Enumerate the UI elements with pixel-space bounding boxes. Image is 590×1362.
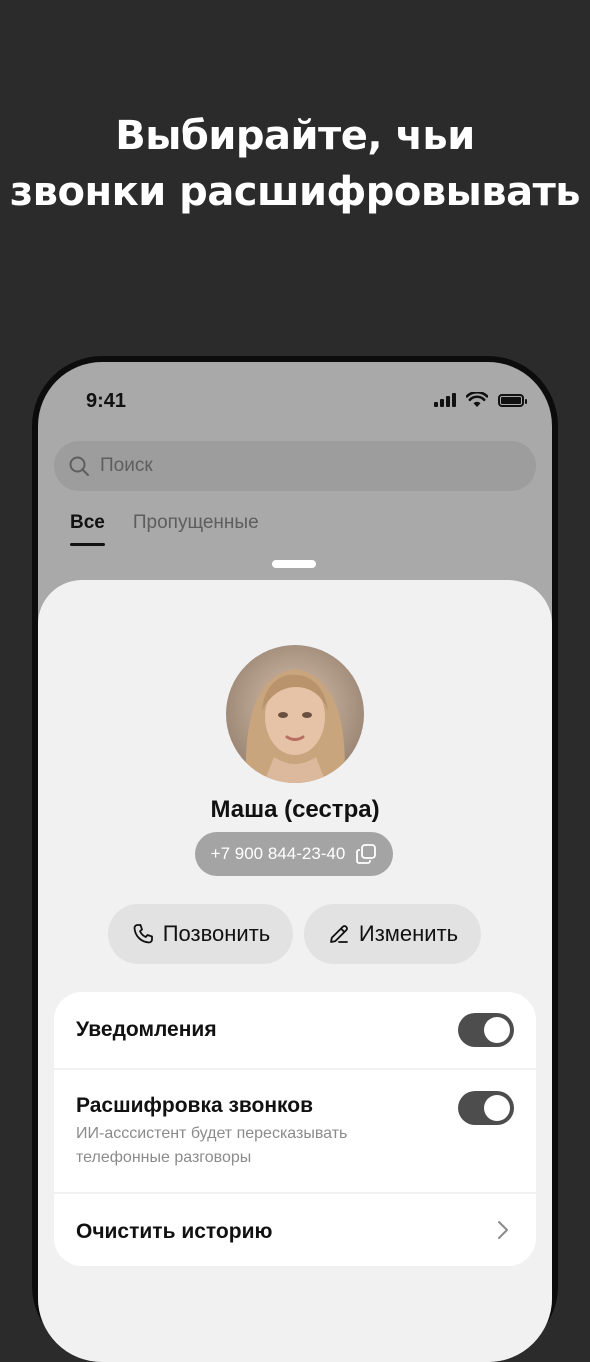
avatar (226, 645, 364, 783)
edit-button[interactable]: Изменить (304, 904, 481, 964)
copy-icon[interactable] (355, 843, 377, 865)
phone-number-pill[interactable]: +7 900 844-23-40 (195, 832, 393, 876)
transcription-row[interactable]: Расшифровка звонков ИИ-асссистент будет … (54, 1070, 536, 1192)
transcription-toggle[interactable] (458, 1091, 514, 1125)
status-time: 9:41 (86, 390, 127, 412)
cellular-signal-icon (434, 393, 456, 407)
notifications-toggle[interactable] (458, 1013, 514, 1047)
sheet-grabber[interactable] (272, 560, 316, 568)
notifications-row[interactable]: Уведомления (54, 992, 536, 1068)
clear-history-label: Очистить историю (76, 1220, 273, 1243)
call-tabs: Все Пропущенные (70, 512, 259, 546)
chevron-right-icon (498, 1221, 508, 1239)
contact-sheet: Маша (сестра) +7 900 844-23-40 Позвонить… (38, 580, 552, 1362)
transcription-description: ИИ-асссистент будет пересказывать телефо… (76, 1125, 348, 1166)
call-button[interactable]: Позвонить (108, 904, 293, 964)
phone-number: +7 900 844-23-40 (210, 844, 346, 863)
phone-icon (133, 924, 153, 944)
avatar-photo (226, 645, 364, 783)
tab-all[interactable]: Все (70, 512, 105, 546)
phone-screen: 9:41 Поиск Все Пропущенные Маша (сестра)… (38, 362, 552, 1362)
clear-history-row[interactable]: Очистить историю (54, 1194, 536, 1266)
pencil-icon (329, 925, 348, 943)
transcription-label: Расшифровка звонков (76, 1094, 314, 1117)
search-icon (69, 456, 89, 476)
search-placeholder: Поиск (100, 455, 153, 476)
headline-line-1: Выбирайте, чьи (115, 113, 475, 159)
contact-name: Маша (сестра) (210, 796, 380, 823)
status-icons (434, 392, 527, 408)
tab-missed[interactable]: Пропущенные (133, 512, 259, 544)
notifications-label: Уведомления (76, 1018, 217, 1041)
battery-icon (498, 393, 527, 407)
edit-button-label: Изменить (358, 921, 459, 946)
headline-line-2: звонки расшифровывать (9, 169, 581, 215)
wifi-icon (466, 392, 488, 407)
call-button-label: Позвонить (162, 921, 271, 946)
search-bar[interactable]: Поиск (54, 441, 536, 491)
promo-headline: Выбирайте, чьи звонки расшифровывать (0, 108, 590, 220)
